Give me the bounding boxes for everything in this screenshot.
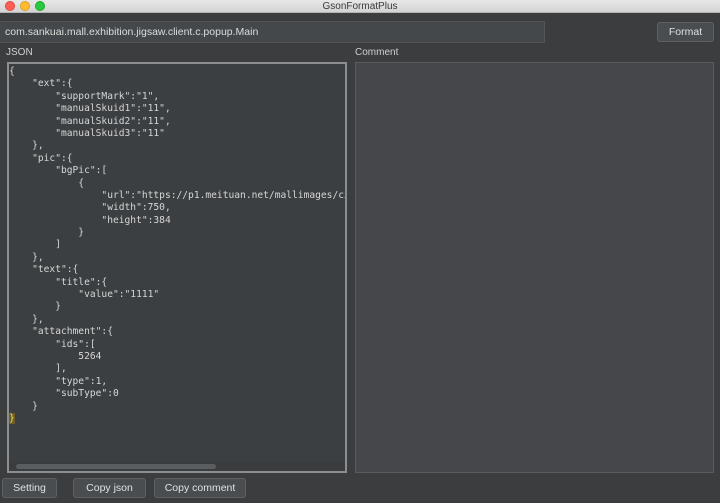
json-line: "attachment":{ (9, 326, 113, 338)
json-line: "text":{ (9, 264, 79, 276)
json-line: "pic":{ (9, 152, 73, 164)
json-line: "manualSkuid1":"11", (9, 103, 171, 115)
json-line: "supportMark":"1", (9, 90, 160, 102)
window-title: GsonFormatPlus (322, 1, 398, 12)
comment-label: Comment (355, 47, 399, 58)
json-line: { (9, 66, 15, 77)
json-line: 5264 (9, 350, 102, 362)
json-line: } (9, 412, 345, 425)
json-editor[interactable]: { "ext":{ "supportMark":"1", "manualSkui… (7, 62, 347, 473)
caret-bracket: } (9, 412, 15, 424)
json-line: "title":{ (9, 276, 108, 288)
json-line: } (9, 400, 38, 412)
class-name-input[interactable]: com.sankuai.mall.exhibition.jigsaw.clien… (0, 21, 545, 43)
setting-button[interactable]: Setting (2, 478, 57, 498)
format-button[interactable]: Format (657, 22, 714, 42)
json-line: ] (9, 239, 61, 251)
json-line: }, (9, 313, 44, 325)
json-line: "ext":{ (9, 78, 73, 90)
copy-json-button[interactable]: Copy json (73, 478, 146, 498)
comment-editor[interactable] (355, 62, 714, 473)
json-line: "width":750, (9, 202, 171, 214)
horizontal-scrollbar-thumb[interactable] (16, 464, 216, 469)
json-line: "value":"1111" (9, 289, 160, 301)
json-line: "height":384 (9, 214, 171, 226)
json-line: } (9, 227, 85, 239)
json-line: "manualSkuid3":"11" (9, 127, 165, 139)
json-line: "type":1, (9, 375, 108, 387)
json-line: }, (9, 140, 44, 152)
copy-comment-button[interactable]: Copy comment (154, 478, 246, 498)
json-line: "url":"https://p1.meituan.net/mallimages… (9, 189, 347, 201)
json-line: "ids":[ (9, 338, 96, 350)
json-line: ], (9, 363, 67, 375)
json-line: "manualSkuid2":"11", (9, 115, 171, 127)
json-line: "bgPic":[ (9, 165, 108, 177)
json-line: "subType":0 (9, 388, 119, 400)
json-label: JSON (6, 47, 33, 58)
json-line: } (9, 301, 61, 313)
horizontal-scrollbar-track[interactable] (9, 462, 345, 471)
json-line: { (9, 177, 85, 189)
window-titlebar: GsonFormatPlus (0, 0, 720, 13)
json-line: }, (9, 251, 44, 263)
json-code-text[interactable]: { "ext":{ "supportMark":"1", "manualSkui… (9, 66, 347, 425)
